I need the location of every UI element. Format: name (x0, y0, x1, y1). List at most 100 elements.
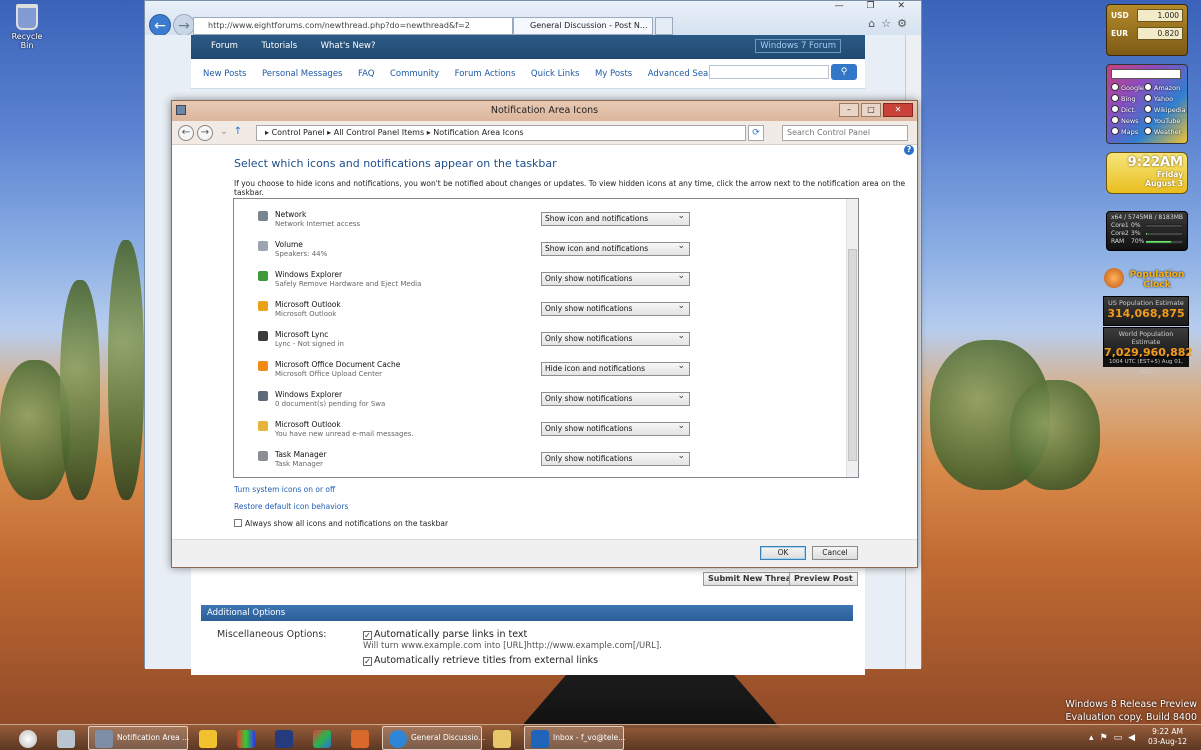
taskbar-date: 03-Aug-12 (1148, 737, 1187, 746)
search-icon[interactable]: ⚲ (831, 64, 857, 80)
taskbar-outlook[interactable]: Inbox - f_vo@tele... (524, 726, 625, 750)
taskbar-app[interactable] (50, 726, 84, 750)
nav-forum-actions[interactable]: Forum Actions (455, 69, 516, 79)
nav-forum[interactable]: Forum (211, 41, 238, 51)
new-tab-button[interactable] (655, 17, 673, 35)
nav-personal-messages[interactable]: Personal Messages (262, 69, 343, 79)
taskbar-notification-area[interactable]: Notification Area ... (88, 726, 189, 750)
desert-tree (1010, 380, 1100, 490)
start-button[interactable] (10, 726, 46, 750)
always-show-option[interactable]: Always show all icons and notifications … (234, 519, 448, 528)
minimize-button[interactable]: – (839, 103, 859, 117)
behavior-select[interactable]: Only show notifications (541, 390, 690, 406)
taskbar-time: 9:22 AM (1152, 727, 1183, 736)
behavior-select[interactable]: Show icon and notifications (541, 210, 690, 226)
forward-arrow-icon[interactable]: → (197, 125, 213, 141)
control-panel-search[interactable]: Search Control Panel (782, 125, 908, 141)
help-icon[interactable]: ? (904, 145, 914, 155)
engine-option[interactable]: Google (1111, 83, 1144, 92)
taskbar-app[interactable] (268, 726, 302, 750)
browser-toolbar: — ❐ ✕ ← → http://www.eightforums.com/new… (145, 1, 921, 36)
taskbar-app[interactable] (486, 726, 520, 750)
list-scrollbar[interactable] (846, 199, 858, 477)
address-bar[interactable]: http://www.eightforums.com/newthread.php… (193, 17, 513, 35)
behavior-select[interactable]: Show icon and notifications (541, 240, 690, 256)
taskbar-app[interactable] (306, 726, 340, 750)
app-name: Windows Explorer (275, 390, 343, 399)
engine-option[interactable]: Dict. (1111, 105, 1144, 114)
window-controls[interactable]: — ❐ ✕ (835, 1, 915, 11)
behavior-select[interactable]: Only show notifications (541, 450, 690, 466)
gadget-search-input[interactable] (1111, 69, 1181, 79)
behavior-select[interactable]: Only show notifications (541, 420, 690, 436)
back-button[interactable]: ← (149, 14, 171, 36)
nav-my-posts[interactable]: My Posts (595, 69, 632, 79)
nav-new-posts[interactable]: New Posts (203, 69, 246, 79)
nav-faq[interactable]: FAQ (358, 69, 374, 79)
desert-tree (108, 240, 144, 500)
forum-search-input[interactable] (709, 65, 829, 79)
browser-tools[interactable]: ⌂☆⚙ (868, 17, 913, 30)
taskbar-clock[interactable]: 9:22 AM 03-Aug-12 (1148, 727, 1187, 747)
nav-quick-links[interactable]: Quick Links (531, 69, 580, 79)
behavior-select[interactable]: Hide icon and notifications (541, 360, 690, 376)
ok-button[interactable]: OK (760, 546, 806, 560)
forum-sub-nav: New Posts Personal Messages FAQ Communit… (191, 59, 865, 89)
breadcrumb-control-panel[interactable]: Control Panel (272, 128, 325, 137)
checkbox-checked-icon[interactable]: ✓ (363, 631, 372, 640)
engine-option[interactable]: Bing (1111, 94, 1144, 103)
taskbar-app[interactable] (344, 726, 378, 750)
currency-value[interactable]: 1.000 (1137, 9, 1183, 22)
breadcrumb-all-items[interactable]: All Control Panel Items (334, 128, 424, 137)
close-button[interactable]: ✕ (883, 103, 913, 117)
checkbox-unchecked-icon[interactable] (234, 519, 242, 527)
nav-community[interactable]: Community (390, 69, 439, 79)
behavior-select[interactable]: Only show notifications (541, 300, 690, 316)
behavior-select[interactable]: Only show notifications (541, 330, 690, 346)
nav-whats-new[interactable]: What's New? (321, 41, 376, 51)
cancel-button[interactable]: Cancel (812, 546, 858, 560)
engine-option[interactable]: Wikipedia (1144, 105, 1186, 114)
refresh-icon[interactable]: ⟳ (748, 125, 764, 141)
engine-option[interactable]: YouTube (1144, 116, 1186, 125)
recycle-bin[interactable]: Recycle Bin (6, 4, 48, 50)
engine-option[interactable]: Amazon (1144, 83, 1186, 92)
scrollbar-thumb[interactable] (848, 249, 857, 461)
behavior-select[interactable]: Only show notifications (541, 270, 690, 286)
back-arrow-icon[interactable]: ← (178, 125, 194, 141)
control-panel-icon (95, 730, 113, 748)
retrieve-titles-option[interactable]: ✓ Automatically retrieve titles from exte… (363, 655, 598, 666)
currency-value[interactable]: 0.820 (1137, 27, 1183, 40)
browser-tab[interactable]: General Discussion - Post N... (513, 17, 653, 35)
site-badge[interactable]: Windows 7 Forum (755, 39, 841, 53)
app-description: Microsoft Outlook (275, 310, 337, 318)
preview-post-button[interactable]: Preview Post (789, 572, 858, 586)
checkbox-checked-icon[interactable]: ✓ (363, 657, 372, 666)
maximize-button[interactable]: □ (861, 103, 881, 117)
currency-code[interactable]: USD (1111, 11, 1129, 20)
up-arrow-icon[interactable]: ↑ (230, 125, 246, 141)
taskbar-app[interactable] (230, 726, 264, 750)
breadcrumb[interactable]: ▸ Control Panel ▸ All Control Panel Item… (256, 125, 746, 141)
system-tray[interactable]: ▴⚑▭◀ (1089, 733, 1141, 743)
parse-links-option[interactable]: ✓ Automatically parse links in text (363, 629, 527, 640)
additional-options-header: Additional Options (201, 605, 853, 621)
taskbar-app[interactable] (192, 726, 226, 750)
currency-code[interactable]: EUR (1111, 29, 1128, 38)
app-name: Microsoft Outlook (275, 300, 341, 309)
engine-option[interactable]: News (1111, 116, 1144, 125)
world-population: World Population Estimate 7,029,960,882 (1103, 327, 1193, 359)
forward-button[interactable]: → (173, 14, 195, 36)
control-panel-icon (176, 105, 186, 115)
engine-option[interactable]: Weather (1144, 127, 1186, 136)
nav-tutorials[interactable]: Tutorials (261, 41, 297, 51)
system-icons-link[interactable]: Turn system icons on or off (234, 485, 335, 494)
taskbar-ie[interactable]: General Discussio... (382, 726, 485, 750)
app-name: Volume (275, 240, 303, 249)
breadcrumb-current[interactable]: Notification Area Icons (433, 128, 523, 137)
engine-option[interactable]: Yahoo (1144, 94, 1186, 103)
engine-option[interactable]: Maps (1111, 127, 1144, 136)
population-footer: 1004 UTC (EST+5) Aug 01, 2012 (1103, 357, 1189, 375)
submit-thread-button[interactable]: Submit New Thread (703, 572, 802, 586)
restore-defaults-link[interactable]: Restore default icon behaviors (234, 502, 348, 511)
